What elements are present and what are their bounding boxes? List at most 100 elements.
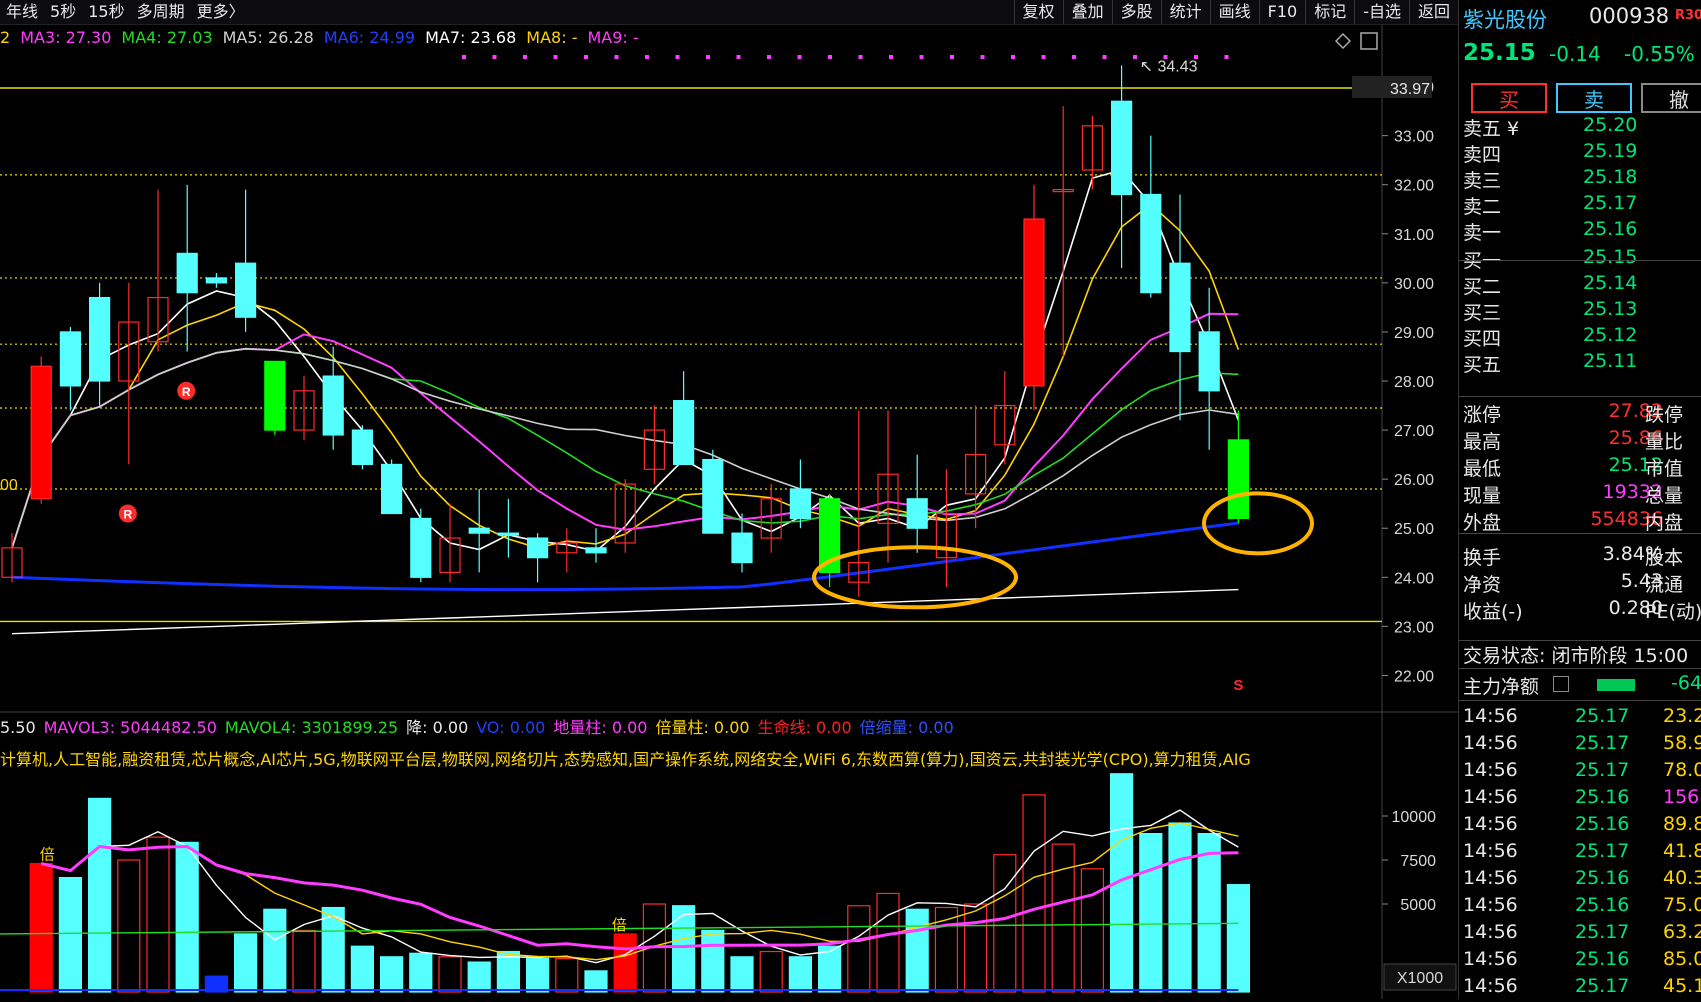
- chart-toolbar: 年线 5秒 15秒 多周期 更多〉 复权 叠加 多股 统计 画线 F10 标记 -自选 返回: [0, 0, 1458, 25]
- tick-qty: 75.0: [1663, 894, 1701, 916]
- orderbook-row[interactable]: 卖四 25.19: [1463, 140, 1701, 167]
- orderbook-row[interactable]: 卖三 25.18: [1463, 166, 1701, 193]
- toolbar-button[interactable]: 多股: [1111, 0, 1161, 24]
- signal-dot: [1041, 55, 1046, 59]
- candle-body: [205, 277, 227, 284]
- volume-bar: [146, 836, 170, 993]
- tick-time: 14:56: [1463, 867, 1518, 889]
- candle-body: [410, 517, 432, 578]
- orderbook-price: 25.17: [1583, 192, 1638, 214]
- volume-legend-item: 5.50: [0, 718, 36, 737]
- volume-bar: [701, 929, 725, 993]
- signal-dot: [645, 55, 649, 59]
- toolbar-button[interactable]: 统计: [1160, 0, 1210, 24]
- r-badge-label: R: [182, 385, 191, 399]
- stat-row: 最低 25.12 市值: [1463, 454, 1701, 481]
- volume-bar: [263, 908, 287, 993]
- toolbar-button[interactable]: 返回: [1408, 0, 1458, 24]
- kline-chart-area[interactable]: 34.0033.0032.0031.0030.0029.0028.0027.00…: [0, 0, 1458, 999]
- tick-row: 14:56 25.17 41.8: [1463, 840, 1701, 867]
- stat-row: 换手 3.84% 股本: [1463, 543, 1701, 570]
- tick-qty: 41.8: [1663, 840, 1701, 862]
- candle-body: [264, 360, 286, 431]
- ma-legend-item: MA3: 27.30: [20, 28, 112, 47]
- period-tab[interactable]: 5秒: [44, 0, 82, 24]
- price-tick-label: 30.00: [1394, 276, 1434, 293]
- volume-legend-item: 地量柱: 0.00: [553, 718, 648, 737]
- tick-price: 25.17: [1575, 840, 1630, 862]
- orderbook-divider: [1459, 260, 1701, 261]
- orderbook-row[interactable]: 卖一 25.16: [1463, 218, 1701, 245]
- orderbook-row[interactable]: 买五 25.11: [1463, 350, 1701, 377]
- tick-price: 25.17: [1575, 732, 1630, 754]
- main-flow-value: -64: [1671, 672, 1701, 694]
- orderbook-row[interactable]: 卖二 25.17: [1463, 192, 1701, 219]
- signal-dot: [614, 55, 619, 59]
- price-tick-label: 24.00: [1394, 570, 1434, 587]
- candle-body: [59, 331, 82, 387]
- signal-dot: [980, 55, 985, 59]
- price-tick-label: 29.00: [1394, 325, 1434, 342]
- tick-row: 14:56 25.17 78.0: [1463, 759, 1701, 786]
- candle-body: [672, 400, 695, 466]
- volume-bar: [788, 956, 813, 993]
- ma-legend-item: MA4: 27.03: [121, 28, 213, 47]
- toolbar-button[interactable]: 画线: [1209, 0, 1259, 24]
- signal-dot: [1163, 55, 1168, 59]
- toolbar-button[interactable]: -自选: [1354, 0, 1409, 24]
- orderbook-row[interactable]: 买二 25.14: [1463, 272, 1701, 299]
- ma-legend-item: MA7: 23.68: [425, 28, 517, 47]
- orderbook-label: 卖二: [1463, 196, 1502, 218]
- kline-chart-svg[interactable]: 34.0033.0032.0031.0030.0029.0028.0027.00…: [0, 0, 1458, 999]
- ma-legend-item: MA8: -: [526, 28, 578, 47]
- candle-body: [906, 498, 928, 529]
- orderbook-label: 卖五 ¥: [1463, 118, 1520, 140]
- candle-body: [1023, 218, 1045, 387]
- tick-time: 14:56: [1463, 921, 1518, 943]
- tick-time: 14:56: [1463, 894, 1518, 916]
- volume-legend-item: MAVOL4: 3301899.25: [224, 718, 399, 737]
- orderbook-row[interactable]: 买四 25.12: [1463, 324, 1701, 351]
- flow-divider: [1459, 668, 1701, 669]
- tick-price: 25.17: [1575, 975, 1630, 997]
- panel-toggle-icon: [1360, 32, 1378, 50]
- orderbook-price: 25.18: [1583, 166, 1638, 188]
- toolbar-button[interactable]: F10: [1258, 0, 1306, 24]
- vol-ma-white: [41, 809, 1239, 964]
- tick-row: 14:56 25.16 75.0: [1463, 894, 1701, 921]
- tick-price: 25.17: [1575, 759, 1630, 781]
- orderbook-row[interactable]: 买三 25.13: [1463, 298, 1701, 325]
- orderbook-price: 25.11: [1583, 350, 1638, 372]
- toolbar-button[interactable]: 复权: [1013, 0, 1063, 24]
- cancel-order-button[interactable]: 撤: [1641, 83, 1701, 113]
- vol-ma-magenta: [40, 844, 1239, 951]
- stock-name[interactable]: 紫光股份: [1463, 4, 1547, 34]
- toolbar-button[interactable]: 叠加: [1062, 0, 1112, 24]
- orderbook-row[interactable]: 卖五 ¥ 25.20: [1463, 114, 1701, 141]
- candle-body: [322, 375, 344, 436]
- period-tab[interactable]: 更多〉: [191, 0, 251, 24]
- main-flow-label: 主力净额: [1463, 676, 1540, 698]
- volume-bar: [1168, 822, 1192, 993]
- sell-button[interactable]: 卖: [1556, 83, 1632, 113]
- period-tab[interactable]: 多周期: [131, 0, 191, 24]
- vol-tick-label: 10000: [1392, 809, 1437, 826]
- list-icon[interactable]: [1553, 676, 1569, 692]
- stat-label: 外盘: [1463, 512, 1502, 534]
- period-tab[interactable]: 15秒: [82, 0, 130, 24]
- candle-body: [351, 429, 373, 466]
- tick-qty: 156.1: [1663, 786, 1701, 808]
- current-price-marker: 33.97: [1390, 81, 1430, 98]
- r-badge-label: R: [123, 508, 132, 522]
- volume-legend-item: 倍缩量: 0.00: [859, 718, 954, 737]
- s-marker: S: [1233, 677, 1243, 694]
- toolbar-button[interactable]: 标记: [1305, 0, 1354, 24]
- chart-tools: 复权 叠加 多股 统计 画线 F10 标记 -自选 返回: [1013, 0, 1458, 24]
- price-tick-label: 26.00: [1394, 472, 1434, 489]
- period-tab[interactable]: 年线: [0, 0, 44, 24]
- candle-body: [1198, 331, 1220, 392]
- tick-price: 25.16: [1575, 948, 1630, 970]
- signal-dot: [889, 55, 893, 59]
- buy-button[interactable]: 买: [1471, 83, 1547, 113]
- candle-body: [381, 463, 403, 515]
